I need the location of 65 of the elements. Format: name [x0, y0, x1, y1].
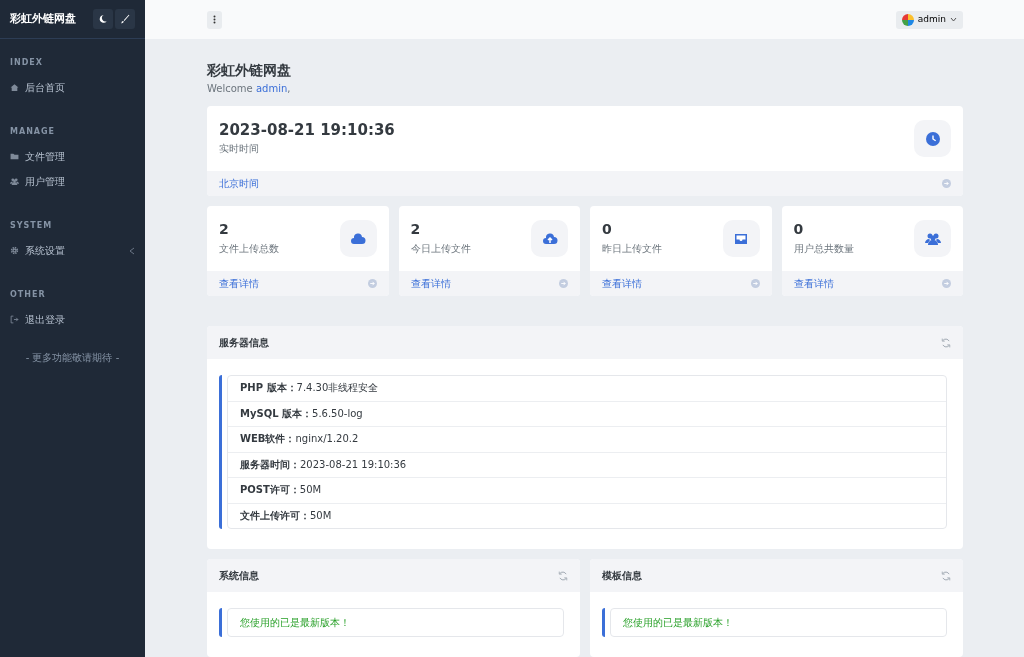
- stat-value: 0: [793, 221, 805, 239]
- home-icon: [10, 83, 19, 92]
- stat-value: 2: [219, 221, 230, 239]
- stat-value: 2023-08-21 19:10:36: [219, 120, 395, 139]
- status-message: 您使用的已是最新版本！: [239, 616, 351, 630]
- details-link[interactable]: 北京时间: [219, 176, 259, 191]
- stat-label: 今日上传文件: [410, 241, 471, 256]
- sidebar-item[interactable]: 系统设置: [0, 238, 145, 263]
- panel-title: 系统信息: [219, 569, 259, 583]
- section-heading: MANAGE: [9, 126, 57, 138]
- arrow-circle-icon: [942, 279, 951, 288]
- info-row: WEB软件：nginx/1.20.2: [228, 427, 946, 453]
- moon-icon: [97, 14, 108, 24]
- stat-value: 0: [602, 221, 613, 239]
- arrow-circle-icon: [559, 279, 568, 288]
- status-message: 您使用的已是最新版本！: [622, 616, 734, 630]
- arrow-circle-icon: [750, 279, 760, 288]
- stat-label: 文件上传总数: [219, 241, 279, 256]
- arrow-circle-icon: [367, 279, 377, 288]
- brush-icon: [120, 14, 130, 24]
- stat-label: 实时时间: [219, 142, 260, 157]
- cloud-icon: [350, 230, 366, 247]
- users-icon: [10, 177, 19, 186]
- details-link[interactable]: 查看详情: [410, 276, 451, 291]
- dark-mode-button[interactable]: [92, 9, 113, 29]
- details-link[interactable]: 查看详情: [219, 276, 259, 291]
- stat-label: 用户总共数量: [793, 241, 854, 256]
- stat-label: 昨日上传文件: [602, 241, 662, 256]
- section-heading: SYSTEM: [9, 220, 54, 232]
- section-heading: INDEX: [9, 57, 44, 69]
- page-title: 彩虹外链网盘: [207, 61, 292, 80]
- logout-icon: [10, 315, 19, 324]
- panel-title: 模板信息: [602, 569, 642, 583]
- arrow-circle-icon: [942, 179, 951, 188]
- refresh-icon: [941, 337, 951, 348]
- sidebar-item[interactable]: 后台首页: [0, 75, 145, 100]
- section-heading: OTHER: [9, 289, 47, 301]
- cloud-upload-icon: [541, 230, 558, 247]
- sidebar-note: - 更多功能敬请期待 -: [24, 351, 121, 365]
- brand-title: 彩虹外链网盘: [10, 10, 76, 27]
- sidebar-item[interactable]: 退出登录: [0, 307, 145, 332]
- gear-icon: [10, 246, 19, 255]
- info-row-text: 文件上传许可：50M: [239, 508, 333, 523]
- info-row: PHP 版本：7.4.30非线程安全: [228, 376, 946, 402]
- sidebar-item[interactable]: 用户管理: [0, 169, 145, 194]
- details-link[interactable]: 查看详情: [793, 276, 834, 291]
- avatar-icon: [901, 13, 914, 26]
- info-row: MySQL 版本：5.6.50-log: [228, 401, 946, 427]
- details-link[interactable]: 查看详情: [602, 276, 642, 291]
- menu-icon: [213, 15, 216, 24]
- info-row: POST许可：50M: [228, 478, 946, 504]
- welcome-text: Welcome admin,: [207, 82, 292, 96]
- clock-icon: [925, 131, 940, 146]
- refresh-icon: [558, 570, 568, 581]
- theme-button[interactable]: [115, 9, 135, 29]
- sidebar-item[interactable]: 文件管理: [0, 144, 145, 169]
- info-row: 服务器时间：2023-08-21 19:10:36: [228, 452, 946, 478]
- menu-button[interactable]: [207, 10, 222, 29]
- chevron-icon: [129, 246, 135, 255]
- refresh-icon: [941, 570, 951, 581]
- panel-title: 服务器信息: [219, 336, 269, 350]
- stat-value: 2: [410, 221, 422, 239]
- folder-icon: [10, 152, 19, 161]
- caret-icon: [950, 17, 957, 22]
- user-menu-button[interactable]: admin: [895, 10, 963, 29]
